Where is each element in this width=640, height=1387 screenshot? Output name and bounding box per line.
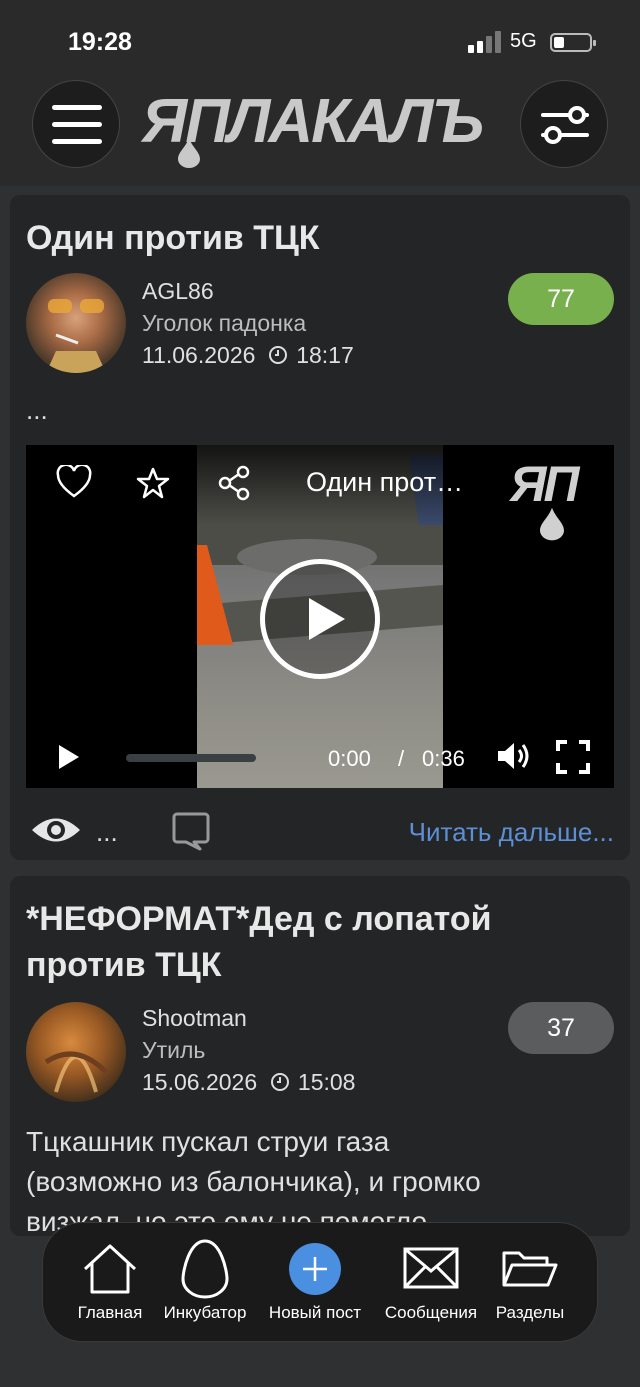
drop-icon bbox=[178, 138, 200, 168]
clock-icon bbox=[270, 1073, 289, 1091]
status-bar: 19:28 5G bbox=[0, 0, 640, 80]
play-icon[interactable] bbox=[58, 744, 80, 770]
bottom-tab-bar: Главная Инкубатор Новый пост Сообщения Р… bbox=[42, 1222, 598, 1342]
views-count: ... bbox=[96, 817, 118, 847]
post-title[interactable]: *НЕФОРМАТ*Дед с лопатой против ТЦК bbox=[26, 896, 492, 988]
video-current-time: 0:00 bbox=[328, 746, 371, 771]
clock-icon bbox=[268, 346, 287, 364]
post-meta: AGL86 Уголок падонка 11.06.2026 18:17 bbox=[142, 275, 354, 371]
star-icon[interactable] bbox=[136, 467, 170, 499]
sliders-icon bbox=[541, 106, 589, 144]
video-controls: 0:00 / 0:36 bbox=[26, 730, 614, 788]
post-time: 15:08 bbox=[297, 1069, 356, 1095]
folder-icon bbox=[502, 1251, 558, 1287]
tab-incubator[interactable]: Инкубатор bbox=[155, 1223, 255, 1343]
post-card[interactable]: *НЕФОРМАТ*Дед с лопатой против ТЦК Shoot… bbox=[10, 876, 630, 1237]
tab-new-post[interactable]: Новый пост bbox=[257, 1223, 373, 1343]
post-card[interactable]: Один против ТЦК AGL86 Уголок падонка 11.… bbox=[10, 195, 630, 860]
rating-badge[interactable]: 37 bbox=[508, 1002, 614, 1054]
heart-icon[interactable] bbox=[56, 465, 92, 499]
menu-button[interactable] bbox=[32, 80, 120, 168]
share-icon[interactable] bbox=[216, 465, 252, 501]
section-name[interactable]: Уголок падонка bbox=[142, 307, 354, 339]
battery-icon bbox=[550, 33, 596, 52]
fullscreen-icon[interactable] bbox=[556, 740, 590, 774]
tab-home[interactable]: Главная bbox=[69, 1223, 151, 1343]
post-preview-text: ... bbox=[26, 395, 48, 425]
home-icon bbox=[83, 1244, 137, 1294]
post-title[interactable]: Один против ТЦК bbox=[26, 215, 320, 261]
author-name[interactable]: Shootman bbox=[142, 1002, 355, 1034]
avatar[interactable] bbox=[26, 273, 126, 373]
read-more-link[interactable]: Читать дальше... bbox=[409, 817, 614, 848]
post-datetime: 11.06.2026 18:17 bbox=[142, 339, 354, 371]
play-icon bbox=[309, 598, 345, 640]
tab-sections[interactable]: Разделы bbox=[487, 1223, 573, 1343]
video-progress-bar[interactable] bbox=[126, 754, 256, 762]
author-name[interactable]: AGL86 bbox=[142, 275, 354, 307]
post-date: 11.06.2026 bbox=[142, 342, 256, 368]
drop-icon bbox=[540, 507, 564, 541]
post-datetime: 15.06.2026 15:08 bbox=[142, 1066, 355, 1098]
video-player[interactable]: Один прот… ЯП 0:00 / 0:36 bbox=[26, 445, 614, 788]
comment-icon[interactable] bbox=[172, 811, 210, 851]
rating-badge[interactable]: 77 bbox=[508, 273, 614, 325]
avatar[interactable] bbox=[26, 1002, 126, 1102]
site-logo[interactable]: ЯПЛАКАЛЪ bbox=[138, 86, 528, 168]
network-label: 5G bbox=[510, 30, 537, 52]
video-time-separator: / bbox=[398, 746, 405, 771]
egg-icon bbox=[181, 1239, 229, 1299]
avatar-image bbox=[46, 299, 106, 373]
avatar-image bbox=[44, 1051, 108, 1093]
video-watermark: ЯП bbox=[510, 455, 600, 545]
app-header: ЯПЛАКАЛЪ bbox=[0, 80, 640, 186]
volume-icon[interactable] bbox=[496, 740, 530, 772]
status-time: 19:28 bbox=[68, 28, 132, 56]
post-meta: Shootman Утиль 15.06.2026 15:08 bbox=[142, 1002, 355, 1098]
big-play-button[interactable] bbox=[260, 559, 380, 679]
post-date: 15.06.2026 bbox=[142, 1069, 258, 1095]
video-title: Один прот… bbox=[306, 467, 464, 497]
plus-icon bbox=[289, 1243, 341, 1295]
video-duration: 0:36 bbox=[422, 746, 465, 771]
section-name[interactable]: Утиль bbox=[142, 1034, 355, 1066]
filter-button[interactable] bbox=[520, 80, 608, 168]
envelope-icon bbox=[403, 1247, 459, 1289]
post-time: 18:17 bbox=[296, 342, 354, 368]
eye-icon bbox=[32, 818, 80, 842]
post-footer: ... Читать дальше... bbox=[26, 805, 614, 855]
signal-icon bbox=[468, 31, 501, 53]
tab-messages[interactable]: Сообщения bbox=[377, 1223, 485, 1343]
